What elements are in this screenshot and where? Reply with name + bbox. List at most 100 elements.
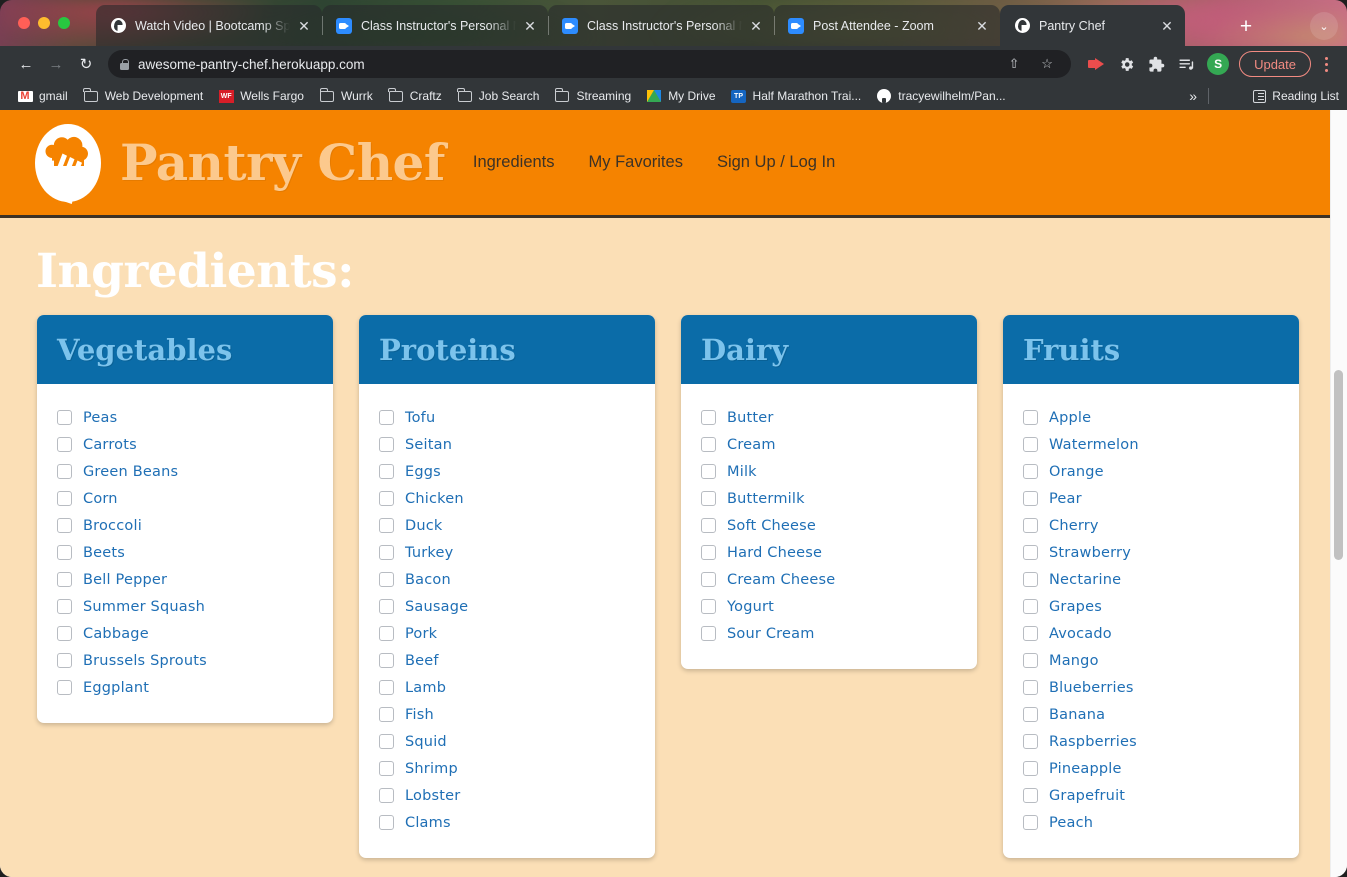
ingredient-row[interactable]: Beets [57, 539, 315, 566]
reading-list-button[interactable]: Reading List [1253, 89, 1339, 103]
ingredient-checkbox[interactable] [1023, 761, 1038, 776]
ingredient-row[interactable]: Banana [1023, 701, 1281, 728]
ingredient-checkbox[interactable] [701, 491, 716, 506]
ingredient-row[interactable]: Cream Cheese [701, 566, 959, 593]
ingredient-checkbox[interactable] [57, 680, 72, 695]
ingredient-row[interactable]: Eggplant [57, 674, 315, 701]
ingredient-row[interactable]: Soft Cheese [701, 512, 959, 539]
page-scrollbar[interactable] [1330, 110, 1347, 877]
ingredient-checkbox[interactable] [701, 464, 716, 479]
update-button[interactable]: Update [1239, 51, 1311, 77]
ingredient-checkbox[interactable] [1023, 626, 1038, 641]
ingredient-checkbox[interactable] [379, 761, 394, 776]
browser-menu-button[interactable] [1315, 50, 1337, 78]
ingredient-checkbox[interactable] [379, 491, 394, 506]
ingredient-checkbox[interactable] [701, 518, 716, 533]
ingredient-row[interactable]: Duck [379, 512, 637, 539]
ingredient-checkbox[interactable] [379, 653, 394, 668]
ingredient-row[interactable]: Turkey [379, 539, 637, 566]
ingredient-row[interactable]: Peas [57, 404, 315, 431]
share-icon[interactable]: ⇧ [1002, 52, 1026, 76]
ingredient-row[interactable]: Eggs [379, 458, 637, 485]
ingredient-checkbox[interactable] [1023, 572, 1038, 587]
ingredient-row[interactable]: Lamb [379, 674, 637, 701]
ingredient-row[interactable]: Peach [1023, 809, 1281, 836]
ingredient-row[interactable]: Bacon [379, 566, 637, 593]
ingredient-checkbox[interactable] [1023, 680, 1038, 695]
ingredient-checkbox[interactable] [379, 707, 394, 722]
ingredient-row[interactable]: Apple [1023, 404, 1281, 431]
ingredient-row[interactable]: Orange [1023, 458, 1281, 485]
nav-link-my-favorites[interactable]: My Favorites [589, 153, 683, 172]
bookmark-wurrk[interactable]: Wurrk [312, 85, 380, 107]
bookmark-wells-fargo[interactable]: WF Wells Fargo [211, 85, 311, 107]
ingredient-row[interactable]: Watermelon [1023, 431, 1281, 458]
bookmark-craftz[interactable]: Craftz [381, 85, 449, 107]
ingredient-checkbox[interactable] [1023, 464, 1038, 479]
ingredient-checkbox[interactable] [57, 653, 72, 668]
bookmark-my-drive[interactable]: My Drive [639, 85, 722, 107]
ingredient-row[interactable]: Squid [379, 728, 637, 755]
ingredient-row[interactable]: Seitan [379, 431, 637, 458]
close-icon[interactable]: ✕ [1157, 16, 1177, 36]
bookmark-half-marathon-training[interactable]: TP Half Marathon Trai... [724, 85, 869, 107]
ingredient-row[interactable]: Tofu [379, 404, 637, 431]
ingredient-checkbox[interactable] [57, 626, 72, 641]
ingredient-checkbox[interactable] [379, 572, 394, 587]
browser-tab-1[interactable]: Watch Video | Bootcamp Spo ✕ [96, 5, 322, 46]
window-maximize-button[interactable] [58, 17, 70, 29]
bookmark-star-icon[interactable]: ☆ [1035, 52, 1059, 76]
ingredient-row[interactable]: Cherry [1023, 512, 1281, 539]
address-bar[interactable]: awesome-pantry-chef.herokuapp.com ⇧ ☆ [108, 50, 1072, 78]
ingredient-checkbox[interactable] [379, 599, 394, 614]
ingredient-row[interactable]: Fish [379, 701, 637, 728]
ingredient-row[interactable]: Summer Squash [57, 593, 315, 620]
ingredient-checkbox[interactable] [1023, 437, 1038, 452]
ingredient-row[interactable]: Mango [1023, 647, 1281, 674]
reload-button[interactable]: ↻ [72, 50, 100, 78]
ingredient-checkbox[interactable] [1023, 653, 1038, 668]
ingredient-row[interactable]: Sour Cream [701, 620, 959, 647]
ingredient-row[interactable]: Carrots [57, 431, 315, 458]
ingredient-checkbox[interactable] [379, 680, 394, 695]
bookmark-streaming[interactable]: Streaming [547, 85, 638, 107]
ingredient-checkbox[interactable] [1023, 815, 1038, 830]
ingredient-row[interactable]: Butter [701, 404, 959, 431]
new-tab-button[interactable]: + [1232, 12, 1260, 40]
ingredient-checkbox[interactable] [1023, 410, 1038, 425]
ingredient-row[interactable]: Shrimp [379, 755, 637, 782]
ingredient-row[interactable]: Clams [379, 809, 637, 836]
close-icon[interactable]: ✕ [294, 16, 314, 36]
ingredient-checkbox[interactable] [701, 545, 716, 560]
ingredient-checkbox[interactable] [1023, 788, 1038, 803]
ingredient-row[interactable]: Sausage [379, 593, 637, 620]
scrollbar-thumb[interactable] [1334, 370, 1343, 560]
nav-link-ingredients[interactable]: Ingredients [473, 153, 555, 172]
ingredient-checkbox[interactable] [57, 545, 72, 560]
ingredient-checkbox[interactable] [1023, 491, 1038, 506]
ingredient-checkbox[interactable] [379, 734, 394, 749]
ingredient-checkbox[interactable] [57, 437, 72, 452]
bookmark-job-search[interactable]: Job Search [450, 85, 547, 107]
ingredient-row[interactable]: Pear [1023, 485, 1281, 512]
ingredient-row[interactable]: Pork [379, 620, 637, 647]
media-cast-icon[interactable] [1083, 50, 1109, 78]
ingredient-checkbox[interactable] [1023, 734, 1038, 749]
ingredient-row[interactable]: Raspberries [1023, 728, 1281, 755]
ingredient-row[interactable]: Bell Pepper [57, 566, 315, 593]
ingredient-checkbox[interactable] [379, 518, 394, 533]
nav-link-signup-login[interactable]: Sign Up / Log In [717, 153, 835, 172]
playlist-icon[interactable] [1173, 50, 1199, 78]
ingredient-checkbox[interactable] [701, 572, 716, 587]
ingredient-row[interactable]: Cream [701, 431, 959, 458]
back-button[interactable]: ← [12, 50, 40, 78]
ingredient-checkbox[interactable] [379, 815, 394, 830]
ingredient-checkbox[interactable] [1023, 545, 1038, 560]
ingredient-row[interactable]: Blueberries [1023, 674, 1281, 701]
window-minimize-button[interactable] [38, 17, 50, 29]
gear-icon[interactable] [1113, 50, 1139, 78]
ingredient-row[interactable]: Hard Cheese [701, 539, 959, 566]
ingredient-checkbox[interactable] [57, 572, 72, 587]
bookmark-github-repo[interactable]: tracyewilhelm/Pan... [869, 85, 1012, 107]
ingredient-row[interactable]: Broccoli [57, 512, 315, 539]
